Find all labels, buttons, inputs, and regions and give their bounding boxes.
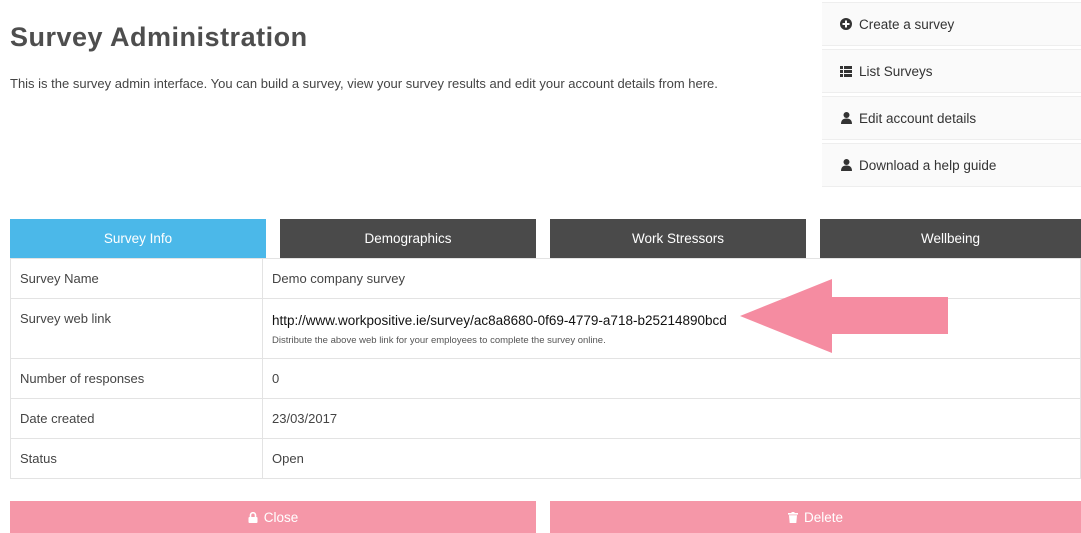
user-icon — [840, 112, 852, 124]
responses-label: Number of responses — [10, 358, 263, 399]
tab-demographics[interactable]: Demographics — [280, 219, 536, 258]
trash-icon — [787, 511, 798, 523]
close-survey-button[interactable]: Close — [10, 501, 536, 533]
download-help-guide-link[interactable]: Download a help guide — [822, 143, 1081, 187]
status-value: Open — [262, 438, 1081, 479]
table-row: Status Open — [10, 438, 1081, 479]
tab-wellbeing[interactable]: Wellbeing — [820, 219, 1081, 258]
survey-name-value: Demo company survey — [262, 258, 1081, 299]
web-link-label: Survey web link — [10, 298, 263, 359]
lock-icon — [248, 511, 258, 523]
side-menu: Create a survey List Surveys Edit accoun… — [822, 2, 1081, 190]
list-icon — [840, 65, 852, 77]
survey-name-label: Survey Name — [10, 258, 263, 299]
list-surveys-link[interactable]: List Surveys — [822, 49, 1081, 93]
create-survey-label: Create a survey — [859, 16, 955, 32]
delete-survey-button[interactable]: Delete — [550, 501, 1081, 533]
plus-circle-icon — [840, 18, 852, 30]
delete-button-label: Delete — [803, 509, 844, 525]
create-survey-link[interactable]: Create a survey — [822, 2, 1081, 46]
web-link-cell: http://www.workpositive.ie/survey/ac8a86… — [262, 298, 1081, 359]
status-label: Status — [10, 438, 263, 479]
table-row: Date created 23/03/2017 — [10, 398, 1081, 439]
user-icon — [840, 159, 852, 171]
page-title: Survey Administration — [10, 22, 308, 52]
survey-tabs: Survey Info Demographics Work Stressors … — [10, 219, 1081, 258]
edit-account-label: Edit account details — [859, 110, 977, 126]
pointer-arrow-graphic — [740, 279, 948, 353]
table-row: Number of responses 0 — [10, 358, 1081, 399]
page-description: This is the survey admin interface. You … — [10, 76, 718, 91]
date-created-value: 23/03/2017 — [262, 398, 1081, 439]
tab-survey-info[interactable]: Survey Info — [10, 219, 266, 258]
list-surveys-label: List Surveys — [859, 63, 933, 79]
tab-work-stressors[interactable]: Work Stressors — [550, 219, 806, 258]
responses-value: 0 — [262, 358, 1081, 399]
date-created-label: Date created — [10, 398, 263, 439]
edit-account-link[interactable]: Edit account details — [822, 96, 1081, 140]
download-help-guide-label: Download a help guide — [859, 157, 997, 173]
close-button-label: Close — [263, 509, 299, 525]
